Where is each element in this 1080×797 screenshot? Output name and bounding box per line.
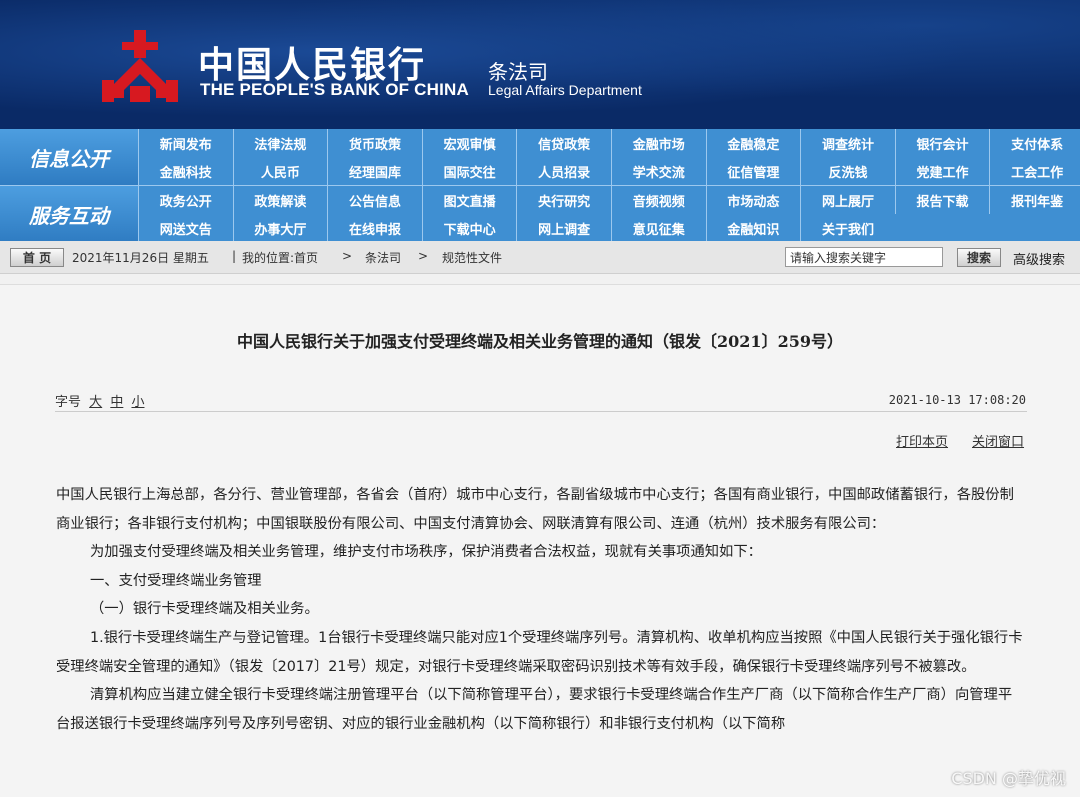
breadcrumb-divider: |	[232, 249, 237, 263]
breadcrumb-level2[interactable]: 规范性文件	[442, 249, 502, 266]
nav-item[interactable]: 金融知识	[705, 214, 801, 242]
article-paragraph: 清算机构应当建立健全银行卡受理终端注册管理平台（以下简称管理平台），要求银行卡受…	[56, 687, 1013, 732]
nav-item[interactable]: 国际交往	[421, 157, 517, 185]
close-window-link[interactable]: 关闭窗口	[972, 431, 1024, 450]
nav-item[interactable]: 意见征集	[610, 214, 706, 242]
article-body: 中国人民银行上海总部，各分行、营业管理部，各省会（首府）城市中心支行，各副省级城…	[56, 481, 1026, 738]
site-header: 中国人民银行 THE PEOPLE'S BANK OF CHINA 条法司 Le…	[0, 0, 1080, 129]
nav-item[interactable]: 央行研究	[516, 186, 611, 214]
nav-item[interactable]: 音频视频	[610, 186, 706, 214]
breadcrumb-separator: >	[342, 249, 353, 263]
nav-item[interactable]: 政策解读	[232, 186, 328, 214]
font-size-control: 字号 大 中 小	[55, 391, 144, 410]
department-name-cn: 条法司	[488, 60, 548, 84]
nav-item[interactable]: 法律法规	[232, 129, 328, 157]
publish-timestamp: 2021-10-13 17:08:20	[888, 393, 1026, 407]
nav-item[interactable]: 金融稳定	[705, 129, 801, 157]
nav-item[interactable]: 反洗钱	[800, 157, 895, 185]
nav-item[interactable]: 网上调查	[516, 214, 611, 242]
nav-row-2: 金融科技 人民币 经理国库 国际交往 人员招录 学术交流 征信管理 反洗钱 党建工作 工会工作	[138, 157, 1080, 185]
nav-item[interactable]: 下载中心	[421, 214, 517, 242]
article-paragraph: 为加强支付受理终端及相关业务管理，维护支付市场秩序，保护消费者合法权益，现就有关…	[90, 544, 762, 561]
nav-item[interactable]: 关于我们	[800, 214, 895, 242]
nav-item[interactable]: 党建工作	[894, 157, 990, 185]
font-size-label: 字号	[55, 395, 82, 410]
nav-group-service-interaction: 服务互动 政务公开 政策解读 公告信息 图文直播 央行研究 音频视频 市场动态 网上展厅 报告下…	[0, 186, 1080, 242]
font-small-button[interactable]: 小	[131, 395, 144, 410]
nav-item[interactable]: 支付体系	[989, 129, 1080, 157]
nav-item[interactable]: 公告信息	[327, 186, 422, 214]
nav-item[interactable]: 在线申报	[327, 214, 422, 242]
nav-group-info-disclosure: 信息公开 新闻发布 法律法规 货币政策 宏观审慎 信贷政策 金融市场 金融稳定 调查统计 银行会…	[0, 129, 1080, 185]
nav-item[interactable]: 金融市场	[610, 129, 706, 157]
nav-item[interactable]: 金融科技	[138, 157, 233, 185]
nav-row-1: 新闻发布 法律法规 货币政策 宏观审慎 信贷政策 金融市场 金融稳定 调查统计 银行会计 支付体系	[138, 129, 1080, 157]
print-page-link[interactable]: 打印本页	[896, 431, 948, 450]
article-panel: 中国人民银行关于加强支付受理终端及相关业务管理的通知（银发〔2021〕259号）…	[0, 284, 1080, 797]
bank-name-en: THE PEOPLE'S BANK OF CHINA	[200, 80, 469, 99]
breadcrumb-separator: >	[418, 249, 429, 263]
nav-item[interactable]: 学术交流	[610, 157, 706, 185]
nav-item[interactable]: 征信管理	[705, 157, 801, 185]
nav-item[interactable]: 新闻发布	[138, 129, 233, 157]
article-paragraph: 中国人民银行上海总部，各分行、营业管理部，各省会（首府）城市中心支行，各副省级城…	[56, 487, 1014, 532]
breadcrumb-level1[interactable]: 条法司	[365, 249, 401, 266]
nav-item[interactable]: 人员招录	[516, 157, 611, 185]
search-input[interactable]	[785, 247, 943, 267]
nav-item[interactable]: 人民币	[232, 157, 328, 185]
nav-item[interactable]: 经理国库	[327, 157, 422, 185]
nav-group-label: 服务互动	[0, 186, 138, 242]
nav-row-4: 网送文告 办事大厅 在线申报 下载中心 网上调查 意见征集 金融知识 关于我们	[138, 214, 895, 242]
breadcrumb-location[interactable]: 我的位置:首页	[242, 249, 318, 266]
nav-item[interactable]: 网上展厅	[800, 186, 895, 214]
search-button[interactable]: 搜索	[957, 248, 1001, 267]
nav-item[interactable]: 市场动态	[705, 186, 801, 214]
nav-item[interactable]: 调查统计	[800, 129, 895, 157]
nav-item[interactable]: 报刊年鉴	[989, 186, 1080, 214]
nav-item[interactable]: 工会工作	[989, 157, 1080, 185]
article-paragraph: 一、支付受理终端业务管理	[90, 572, 262, 589]
breadcrumb-bar: 首 页 2021年11月26日 星期五 | 我的位置:首页 > 条法司 > 规范…	[0, 241, 1080, 274]
font-large-button[interactable]: 大	[89, 395, 102, 410]
nav-item[interactable]: 网送文告	[138, 214, 233, 242]
nav-item[interactable]: 信贷政策	[516, 129, 611, 157]
pboc-logo-icon	[102, 30, 178, 102]
watermark: CSDN @挚优视	[951, 769, 1066, 788]
meta-divider	[55, 411, 1027, 412]
nav-item[interactable]: 政务公开	[138, 186, 233, 214]
nav-item[interactable]: 银行会计	[894, 129, 990, 157]
nav-item[interactable]: 报告下载	[894, 186, 990, 214]
article-paragraph: （一）银行卡受理终端及相关业务。	[90, 601, 319, 618]
advanced-search-link[interactable]: 高级搜索	[1013, 249, 1065, 268]
main-navigation: 信息公开 新闻发布 法律法规 货币政策 宏观审慎 信贷政策 金融市场 金融稳定 调查统计 银行会…	[0, 129, 1080, 242]
nav-item[interactable]: 图文直播	[421, 186, 517, 214]
nav-item[interactable]: 办事大厅	[232, 214, 328, 242]
nav-item[interactable]: 宏观审慎	[421, 129, 517, 157]
nav-item[interactable]: 货币政策	[327, 129, 422, 157]
article-title: 中国人民银行关于加强支付受理终端及相关业务管理的通知（银发〔2021〕259号）	[237, 332, 843, 351]
department-name-en: Legal Affairs Department	[488, 82, 642, 98]
home-button[interactable]: 首 页	[10, 248, 64, 267]
font-medium-button[interactable]: 中	[110, 395, 123, 410]
article-paragraph: 1.银行卡受理终端生产与登记管理。1台银行卡受理终端只能对应1个受理终端序列号。…	[56, 629, 1023, 675]
nav-row-3: 政务公开 政策解读 公告信息 图文直播 央行研究 音频视频 市场动态 网上展厅 报告下载 报刊年鉴	[138, 186, 1080, 214]
nav-group-label: 信息公开	[0, 129, 138, 185]
current-date: 2021年11月26日 星期五	[72, 251, 209, 265]
